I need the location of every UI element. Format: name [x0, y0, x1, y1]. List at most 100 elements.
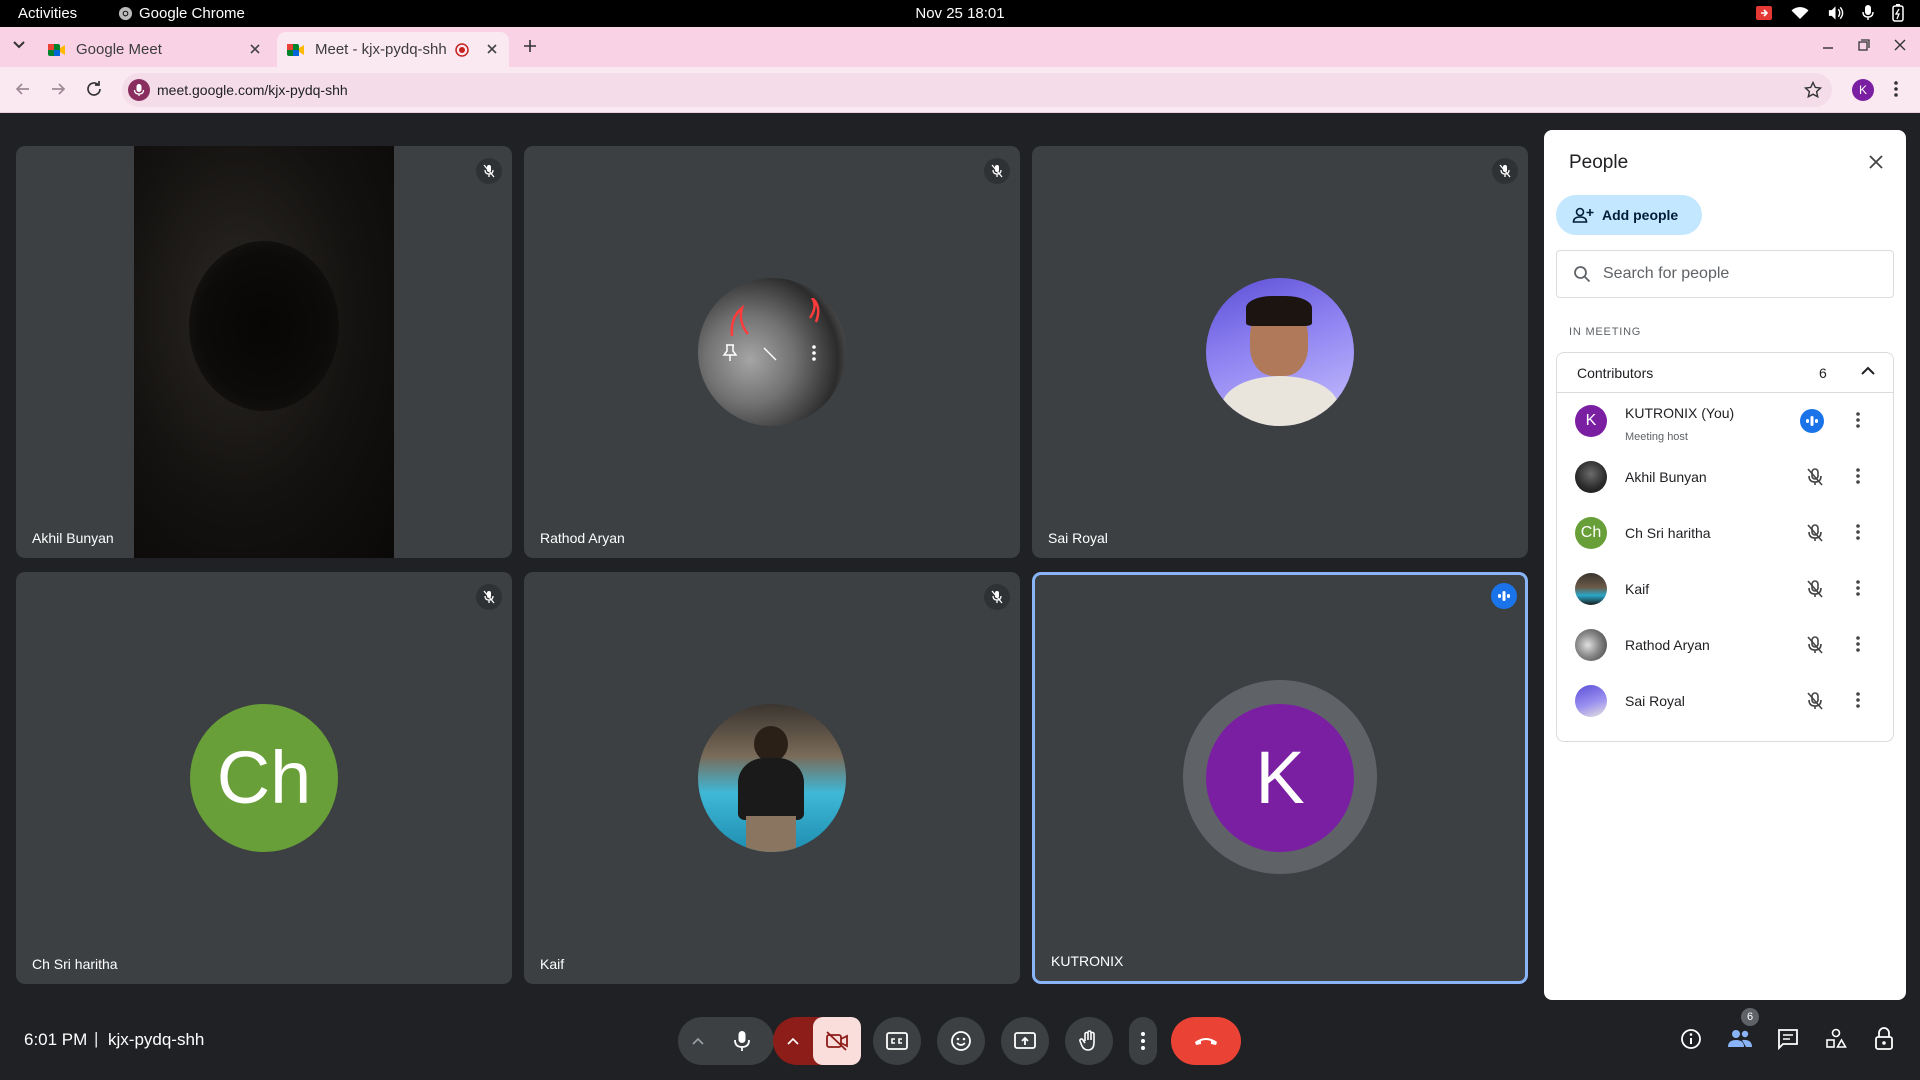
address-bar[interactable]: meet.google.com/kjx-pydq-shh: [122, 73, 1832, 107]
mic-off-icon[interactable]: [1805, 467, 1825, 487]
participant-name: KUTRONIX: [1051, 953, 1124, 969]
participant-name: KUTRONIX (You): [1625, 405, 1735, 421]
mic-off-icon[interactable]: [1805, 691, 1825, 711]
restore-icon[interactable]: [1858, 39, 1870, 51]
video-options-chevron-icon[interactable]: [787, 1037, 799, 1045]
participant-row-kaif[interactable]: Kaif: [1557, 561, 1893, 617]
participant-row-sai[interactable]: Sai Royal: [1557, 673, 1893, 729]
contributors-header[interactable]: Contributors 6: [1557, 353, 1893, 393]
people-panel: People Add people IN MEETING Contributor…: [1544, 130, 1906, 1000]
add-people-button[interactable]: Add people: [1556, 195, 1702, 235]
participant-avatar: Ch: [190, 704, 338, 852]
participant-name: Sai Royal: [1625, 693, 1685, 709]
system-tray[interactable]: [1755, 4, 1904, 22]
activities-button[interactable]: Activities: [18, 5, 77, 22]
tab-search-chevron-icon[interactable]: [12, 40, 26, 50]
chrome-icon: [118, 6, 133, 21]
participant-role: Meeting host: [1625, 431, 1688, 443]
section-label: IN MEETING: [1569, 326, 1642, 338]
close-tab-icon[interactable]: [485, 42, 499, 56]
url-text[interactable]: meet.google.com/kjx-pydq-shh: [157, 82, 348, 98]
leave-call-button[interactable]: [1171, 1017, 1241, 1065]
more-options-icon[interactable]: [811, 344, 817, 362]
participant-row-haritha[interactable]: Ch Ch Sri haritha: [1557, 505, 1893, 561]
more-options-icon[interactable]: [1855, 523, 1861, 541]
pin-icon[interactable]: [722, 344, 738, 362]
bookmark-star-icon[interactable]: [1804, 81, 1822, 99]
mic-off-icon[interactable]: [1805, 635, 1825, 655]
close-panel-icon[interactable]: [1868, 154, 1884, 170]
tab-strip: Google Meet Meet - kjx-pydq-shh: [0, 27, 1920, 67]
participant-tile-haritha[interactable]: Ch Ch Sri haritha: [16, 572, 512, 984]
search-people-input[interactable]: [1603, 265, 1863, 283]
closed-captions-icon: [886, 1032, 908, 1050]
more-options-icon[interactable]: [1855, 691, 1861, 709]
more-options-button[interactable]: [1129, 1017, 1157, 1065]
add-people-label: Add people: [1602, 207, 1679, 223]
reload-icon[interactable]: [85, 80, 103, 98]
site-mic-indicator-icon[interactable]: [128, 79, 150, 101]
participant-row-akhil[interactable]: Akhil Bunyan: [1557, 449, 1893, 505]
mute-participant-icon[interactable]: [762, 346, 778, 362]
participant-row-kutronix[interactable]: K KUTRONIX (You) Meeting host: [1557, 393, 1893, 449]
new-tab-icon[interactable]: [522, 38, 538, 54]
tab-meet-call[interactable]: Meet - kjx-pydq-shh: [277, 32, 509, 67]
search-people-field[interactable]: [1556, 250, 1894, 298]
meeting-info-icon[interactable]: [1680, 1028, 1702, 1050]
tab-google-meet[interactable]: Google Meet: [38, 32, 272, 67]
muted-indicator: [476, 584, 502, 610]
hang-up-icon: [1195, 1038, 1217, 1045]
host-controls-lock-icon[interactable]: [1874, 1027, 1894, 1051]
participant-tile-sai[interactable]: Sai Royal: [1032, 146, 1528, 558]
close-window-icon[interactable]: [1894, 39, 1906, 51]
participant-name: Kaif: [1625, 581, 1650, 597]
clock[interactable]: Nov 25 18:01: [0, 5, 1920, 22]
participant-tile-rathod[interactable]: Rathod Aryan: [524, 146, 1020, 558]
mic-off-icon[interactable]: [1805, 523, 1825, 543]
os-top-bar: Activities Google Chrome Nov 25 18:01: [0, 0, 1920, 27]
people-icon[interactable]: [1727, 1028, 1753, 1048]
participant-name: Akhil Bunyan: [1625, 469, 1707, 485]
chevron-up-icon[interactable]: [1861, 366, 1875, 376]
forward-icon[interactable]: [49, 80, 67, 98]
present-screen-button[interactable]: [1001, 1017, 1049, 1065]
video-off-icon: [826, 1031, 848, 1051]
screen-share-indicator-icon[interactable]: [1755, 5, 1773, 21]
participant-tile-kaif[interactable]: Kaif: [524, 572, 1020, 984]
app-name: Google Chrome: [139, 5, 245, 22]
more-options-icon[interactable]: [1855, 411, 1861, 429]
participant-avatar: [698, 278, 846, 426]
chat-icon[interactable]: [1777, 1028, 1799, 1050]
participant-name: Ch Sri haritha: [1625, 525, 1711, 541]
captions-button[interactable]: [873, 1017, 921, 1065]
mic-off-icon: [991, 590, 1003, 604]
microphone-icon: [734, 1031, 750, 1051]
minimize-icon[interactable]: [1822, 39, 1834, 51]
contributors-group: Contributors 6 K KUTRONIX (You) Meeting …: [1556, 352, 1894, 742]
devil-horns-decoration: [730, 298, 820, 337]
emoji-icon: [951, 1031, 971, 1051]
more-options-icon[interactable]: [1855, 579, 1861, 597]
more-options-icon[interactable]: [1855, 635, 1861, 653]
profile-avatar[interactable]: K: [1852, 79, 1874, 101]
close-tab-icon[interactable]: [248, 42, 262, 56]
kebab-menu-icon[interactable]: [1893, 80, 1899, 98]
back-icon[interactable]: [14, 80, 32, 98]
mic-off-icon[interactable]: [1805, 579, 1825, 599]
reactions-button[interactable]: [937, 1017, 985, 1065]
participant-tile-kutronix[interactable]: K KUTRONIX: [1032, 572, 1528, 984]
window-controls: [1822, 39, 1906, 51]
volume-icon: [1828, 6, 1844, 20]
audio-options-chevron-icon[interactable]: [692, 1037, 704, 1045]
raise-hand-button[interactable]: [1065, 1017, 1113, 1065]
avatar: [1575, 573, 1607, 605]
camera-off-button[interactable]: [813, 1017, 861, 1065]
participant-tile-akhil[interactable]: Akhil Bunyan: [16, 146, 512, 558]
more-options-icon[interactable]: [1855, 467, 1861, 485]
speaking-indicator: [1491, 583, 1517, 609]
app-menu[interactable]: Google Chrome: [118, 5, 245, 22]
browser-toolbar: meet.google.com/kjx-pydq-shh K: [0, 67, 1920, 113]
activities-icon[interactable]: [1825, 1028, 1847, 1050]
participant-row-rathod[interactable]: Rathod Aryan: [1557, 617, 1893, 673]
microphone-button[interactable]: [718, 1017, 766, 1065]
